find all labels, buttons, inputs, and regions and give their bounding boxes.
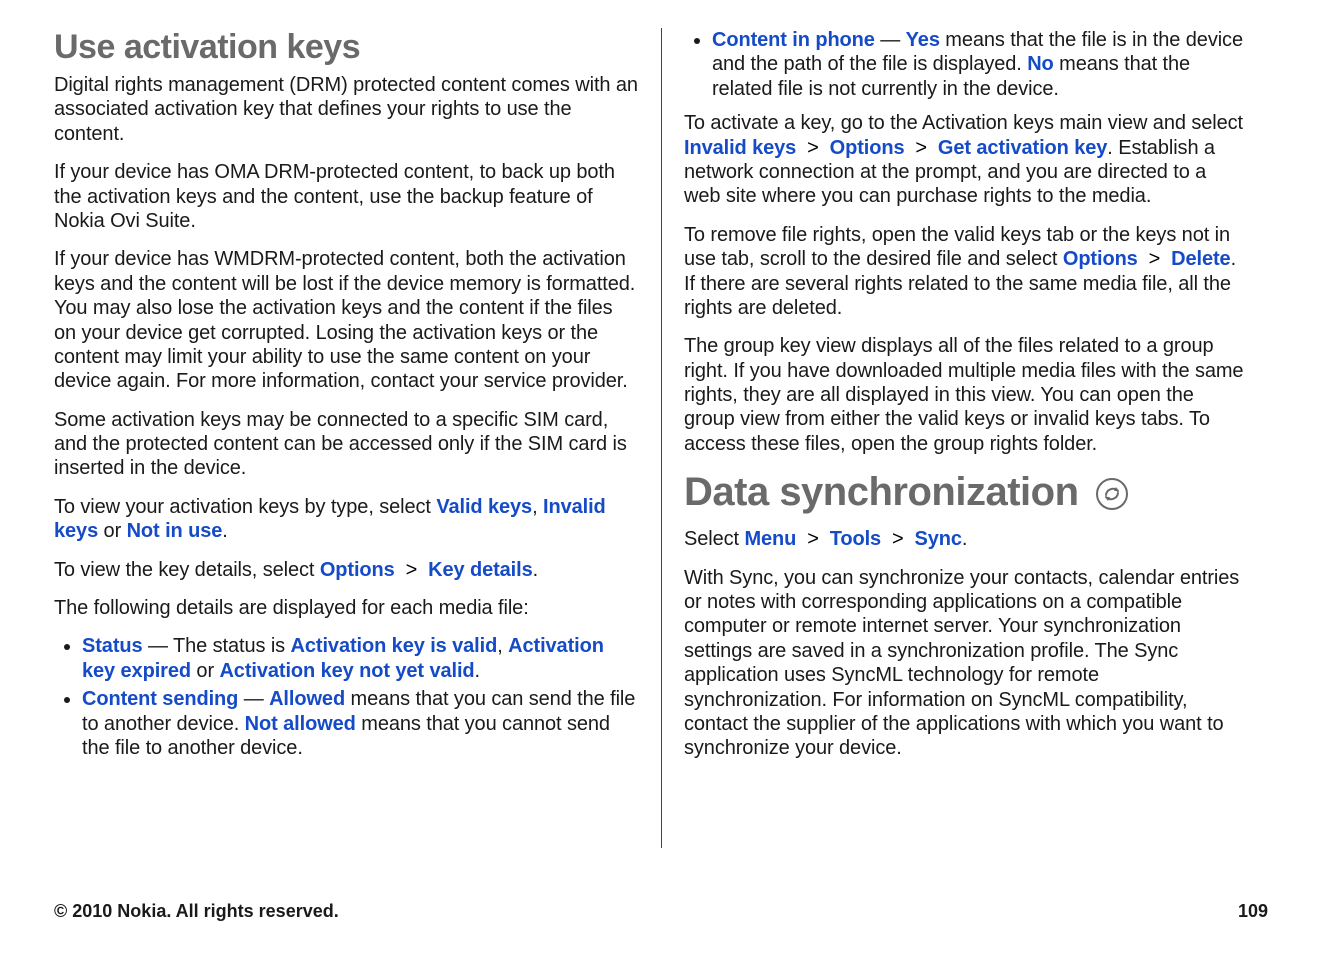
label-content-sending: Content sending bbox=[82, 688, 238, 710]
paragraph: The group key view displays all of the f… bbox=[684, 334, 1244, 456]
text: To view the key details, select bbox=[54, 559, 320, 581]
paragraph: If your device has OMA DRM-protected con… bbox=[54, 160, 639, 233]
list-item: Content sending — Allowed means that you… bbox=[82, 687, 639, 760]
value-not-allowed: Not allowed bbox=[245, 713, 356, 735]
link-options[interactable]: Options bbox=[320, 559, 395, 581]
text: , bbox=[532, 496, 543, 518]
value-allowed: Allowed bbox=[269, 688, 345, 710]
paragraph: If your device has WMDRM-protected conte… bbox=[54, 247, 639, 393]
text: Select bbox=[684, 528, 744, 550]
link-invalid-keys[interactable]: Invalid keys bbox=[684, 137, 796, 159]
text: . bbox=[533, 559, 538, 581]
heading-data-synchronization: Data synchronization bbox=[684, 470, 1244, 521]
text: or bbox=[98, 520, 127, 542]
link-options[interactable]: Options bbox=[1063, 248, 1138, 270]
page: Use activation keys Digital rights manag… bbox=[0, 0, 1322, 954]
sync-icon bbox=[1095, 476, 1129, 521]
link-not-in-use[interactable]: Not in use bbox=[127, 520, 223, 542]
paragraph: Digital rights management (DRM) protecte… bbox=[54, 73, 639, 146]
details-list: Status — The status is Activation key is… bbox=[54, 634, 639, 760]
paragraph: To view your activation keys by type, se… bbox=[54, 495, 639, 544]
page-number: 109 bbox=[1238, 901, 1268, 922]
text: . bbox=[962, 528, 967, 550]
value-no: No bbox=[1027, 53, 1053, 75]
footer: © 2010 Nokia. All rights reserved. 109 bbox=[54, 901, 1268, 922]
separator: > bbox=[796, 137, 829, 159]
columns: Use activation keys Digital rights manag… bbox=[54, 28, 1268, 848]
link-menu[interactable]: Menu bbox=[744, 528, 796, 550]
link-get-activation-key[interactable]: Get activation key bbox=[938, 137, 1107, 159]
text: To activate a key, go to the Activation … bbox=[684, 112, 1243, 134]
paragraph: To remove file rights, open the valid ke… bbox=[684, 223, 1244, 321]
text: . bbox=[475, 660, 480, 682]
link-valid-keys[interactable]: Valid keys bbox=[436, 496, 532, 518]
link-delete[interactable]: Delete bbox=[1171, 248, 1230, 270]
right-column: Content in phone — Yes means that the fi… bbox=[661, 28, 1268, 848]
text: To view your activation keys by type, se… bbox=[54, 496, 436, 518]
text: — bbox=[238, 688, 269, 710]
heading-text: Data synchronization bbox=[684, 470, 1079, 514]
separator: > bbox=[881, 528, 914, 550]
separator: > bbox=[904, 137, 937, 159]
value-yes: Yes bbox=[906, 29, 940, 51]
text: or bbox=[191, 660, 220, 682]
link-options[interactable]: Options bbox=[830, 137, 905, 159]
value-activation-valid: Activation key is valid bbox=[291, 635, 498, 657]
link-tools[interactable]: Tools bbox=[830, 528, 881, 550]
copyright: © 2010 Nokia. All rights reserved. bbox=[54, 901, 339, 922]
paragraph: Some activation keys may be connected to… bbox=[54, 408, 639, 481]
paragraph: To activate a key, go to the Activation … bbox=[684, 111, 1244, 209]
value-activation-notyet: Activation key not yet valid bbox=[219, 660, 474, 682]
list-item: Status — The status is Activation key is… bbox=[82, 634, 639, 683]
separator: > bbox=[395, 559, 428, 581]
text: , bbox=[497, 635, 508, 657]
text: — The status is bbox=[143, 635, 291, 657]
heading-activation-keys: Use activation keys bbox=[54, 28, 639, 67]
label-content-in-phone: Content in phone bbox=[712, 29, 875, 51]
link-key-details[interactable]: Key details bbox=[428, 559, 533, 581]
separator: > bbox=[1138, 248, 1171, 270]
text: . bbox=[222, 520, 227, 542]
label-status: Status bbox=[82, 635, 143, 657]
list-item: Content in phone — Yes means that the fi… bbox=[712, 28, 1244, 101]
left-column: Use activation keys Digital rights manag… bbox=[54, 28, 661, 848]
paragraph: To view the key details, select Options … bbox=[54, 558, 639, 582]
paragraph: With Sync, you can synchronize your cont… bbox=[684, 566, 1244, 761]
paragraph: Select Menu > Tools > Sync. bbox=[684, 527, 1244, 551]
paragraph: The following details are displayed for … bbox=[54, 596, 639, 620]
link-sync[interactable]: Sync bbox=[914, 528, 961, 550]
separator: > bbox=[796, 528, 829, 550]
text: — bbox=[875, 29, 906, 51]
details-list-continued: Content in phone — Yes means that the fi… bbox=[684, 28, 1244, 101]
